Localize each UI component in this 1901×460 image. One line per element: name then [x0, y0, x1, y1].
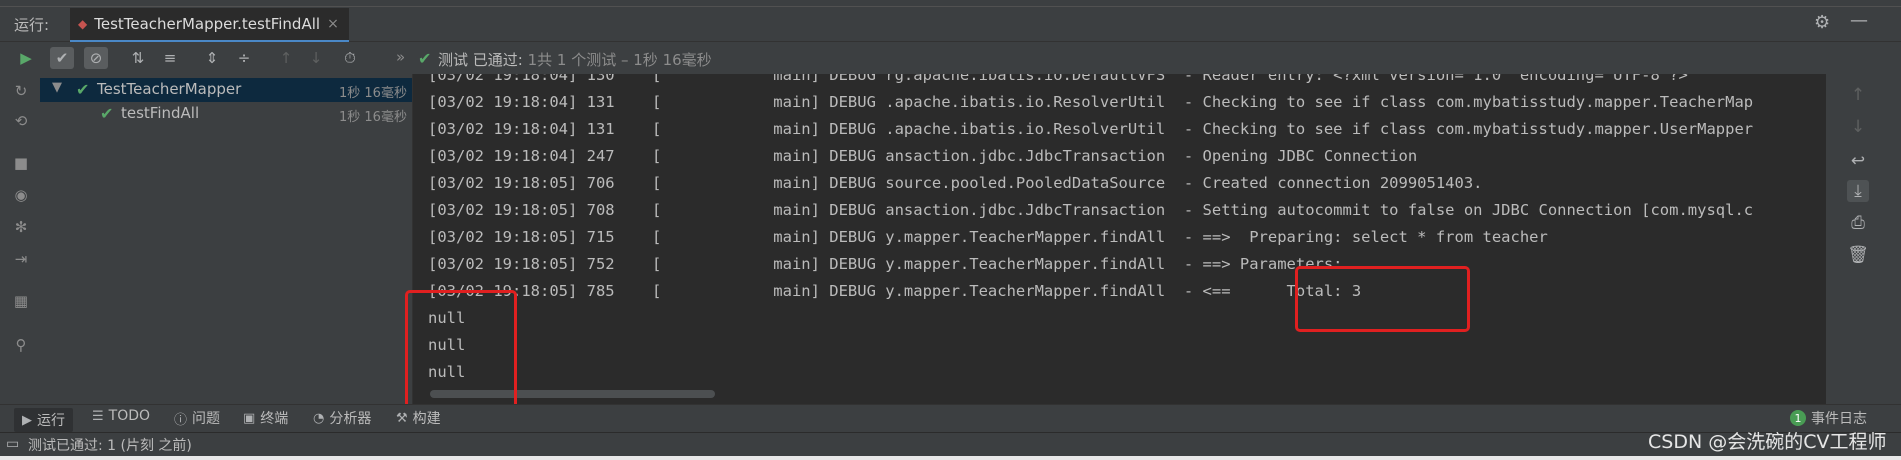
window-top-strip [0, 0, 1901, 7]
event-log-label: 事件日志 [1811, 411, 1867, 427]
console-line: [03/02 19:18:04] 131 [ main] DEBUG .apac… [428, 120, 1754, 138]
test-runner-toolbar: ▶ ✔ ⊘ ⇅ ≡ ⇕ ÷ ↑ ↓ ⏱ [0, 42, 1901, 74]
pass-check-icon: ✔ [100, 104, 114, 123]
test-method-label: testFindAll [121, 104, 200, 122]
bottom-tab-label: 问题 [192, 411, 221, 427]
bottom-tab-profiler[interactable]: ◔ 分析器 [313, 408, 371, 428]
run-label: 运行: [14, 16, 50, 34]
show-ignored-icon[interactable]: ⊘ [84, 47, 108, 69]
console-line: [03/02 19:18:05] 752 [ main] DEBUG y.map… [428, 255, 1352, 273]
hammer-icon: ⚒ [396, 410, 408, 426]
bottom-tab-label: 构建 [412, 411, 441, 427]
bottom-tab-run[interactable]: ▶ 运行 [14, 408, 73, 432]
close-tab-icon[interactable]: × [327, 16, 339, 32]
info-icon: ⓘ [174, 412, 188, 428]
console-line: [03/02 19:18:05] 785 [ main] DEBUG y.map… [428, 282, 1362, 300]
event-count-badge: 1 [1790, 410, 1806, 426]
bottom-tab-label: 分析器 [329, 411, 372, 427]
terminal-icon: ▣ [243, 410, 256, 426]
print-icon[interactable]: ⎙ [1847, 212, 1869, 234]
next-failed-icon[interactable]: ↓ [304, 47, 328, 69]
null-output-highlight [405, 290, 517, 414]
watermark-text: CSDN @会洗碗的CV工程师 [1648, 431, 1887, 453]
total-count-highlight [1295, 266, 1470, 332]
bottom-tab-terminal[interactable]: ▣ 终端 [243, 408, 288, 428]
bottom-tab-todo[interactable]: ☰ TODO [92, 408, 150, 424]
toggle-auto-test-icon[interactable]: ⟲ [12, 112, 30, 130]
test-history-icon[interactable]: ⏱ [338, 47, 362, 69]
camera-icon[interactable]: ◉ [12, 186, 30, 204]
settings-icon[interactable]: ✻ [12, 218, 30, 236]
test-class-duration: 1秒 16毫秒 [339, 86, 407, 101]
more-actions-icon[interactable]: » [396, 48, 405, 66]
console-line: [03/02 19:18:05] 715 [ main] DEBUG y.map… [428, 228, 1548, 246]
arrow-up-icon[interactable]: ↑ [1847, 84, 1869, 106]
bottom-tab-build[interactable]: ⚒ 构建 [396, 408, 441, 428]
test-status-label: 测试 已通过: [438, 51, 528, 69]
console-line: [03/02 19:18:04] 247 [ main] DEBUG ansac… [428, 147, 1418, 165]
test-status-summary: 测试 已通过: 1共 1 个测试 – 1秒 16毫秒 [438, 49, 712, 70]
chevron-down-icon[interactable]: ▼ [52, 80, 62, 95]
collapse-all-icon[interactable]: ÷ [232, 47, 256, 69]
event-log-button[interactable]: 1 事件日志 [1790, 408, 1867, 428]
bottom-tab-label: TODO [108, 408, 151, 424]
panel-toggle-icon[interactable]: ▭ [6, 436, 19, 452]
gear-icon[interactable]: ⚙ [1814, 12, 1830, 33]
sort-alphabetically-icon[interactable]: ⇅ [126, 47, 150, 69]
profiler-icon: ◔ [313, 410, 325, 426]
arrow-down-icon[interactable]: ↓ [1847, 116, 1869, 138]
console-line: [03/02 19:18:05] 706 [ main] DEBUG sourc… [428, 174, 1483, 192]
bottom-tab-problems[interactable]: ⓘ 问题 [174, 408, 220, 428]
test-status-detail: 1共 1 个测试 – 1秒 16毫秒 [527, 51, 712, 69]
minimize-icon[interactable]: — [1850, 10, 1868, 31]
sort-by-duration-icon[interactable]: ≡ [158, 47, 182, 69]
scroll-to-end-icon[interactable]: ⤓ [1847, 180, 1869, 202]
bottom-tab-label: 运行 [37, 413, 65, 429]
pass-check-icon: ✔ [76, 80, 90, 99]
exit-icon[interactable]: ⇥ [12, 250, 30, 268]
status-bar [0, 432, 1901, 457]
run-config-tab-title: TestTeacherMapper.testFindAll [94, 15, 321, 33]
pin-icon[interactable]: ⚲ [12, 336, 30, 354]
trash-icon[interactable]: 🗑 [1847, 244, 1869, 266]
bottom-edge [0, 456, 1901, 460]
run-config-icon: ◆ [78, 17, 88, 31]
console-line: [03/02 19:18:04] 130 [ main] DEBUG rg.ap… [428, 74, 1688, 84]
pass-check-icon: ✔ [418, 49, 432, 68]
rerun-failed-icon[interactable]: ↻ [12, 82, 30, 100]
run-config-tab[interactable]: ◆ TestTeacherMapper.testFindAll × [70, 8, 349, 43]
previous-failed-icon[interactable]: ↑ [274, 47, 298, 69]
test-class-label: TestTeacherMapper [97, 80, 242, 98]
test-method-duration: 1秒 16毫秒 [339, 110, 407, 125]
console-line: [03/02 19:18:04] 131 [ main] DEBUG .apac… [428, 93, 1754, 111]
bottom-tab-label: 终端 [260, 411, 289, 427]
expand-all-icon[interactable]: ⇕ [200, 47, 224, 69]
soft-wrap-icon[interactable]: ↩ [1847, 150, 1869, 172]
stop-icon[interactable]: ■ [12, 154, 30, 172]
layout-icon[interactable]: ▦ [12, 292, 30, 310]
show-passed-icon[interactable]: ✔ [50, 47, 74, 69]
status-message: 测试已通过: 1 (片刻 之前) [28, 438, 192, 454]
list-icon: ☰ [92, 408, 104, 424]
console-line: [03/02 19:18:05] 708 [ main] DEBUG ansac… [428, 201, 1754, 219]
console-viewport: [03/02 19:18:04] 130 [ main] DEBUG rg.ap… [413, 74, 1826, 404]
play-icon: ▶ [22, 412, 32, 428]
rerun-icon[interactable]: ▶ [14, 47, 38, 69]
